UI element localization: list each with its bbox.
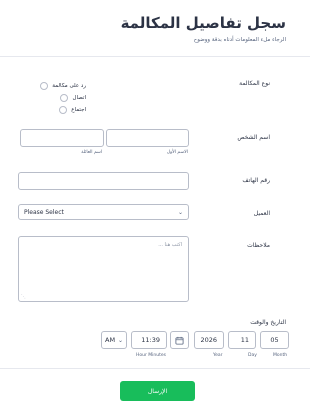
year-input[interactable]: 2026 xyxy=(194,331,224,349)
radio-option-label: رد على مكالمة xyxy=(52,83,86,89)
radio-option-meeting[interactable]: اجتماع xyxy=(59,106,86,114)
year-sublabel: Year xyxy=(213,353,223,358)
month-sublabel: Month xyxy=(273,353,288,358)
resize-handle-icon[interactable]: ⋱ xyxy=(21,294,26,300)
header-divider xyxy=(0,56,310,57)
submit-button[interactable]: الإرسال xyxy=(120,381,195,401)
phone-label: رقم الهاتف xyxy=(242,177,270,184)
radio-option-answer[interactable]: رد على مكالمة xyxy=(40,82,86,90)
last-name-sublabel: اسم العائلة xyxy=(81,150,102,155)
calendar-button[interactable] xyxy=(170,331,189,349)
call-type-label: نوع المكالمة xyxy=(239,80,270,87)
notes-label: ملاحظات xyxy=(247,242,270,249)
form-title: سجل تفاصيل المكالمة xyxy=(120,14,286,32)
radio-button[interactable] xyxy=(59,106,68,114)
month-input[interactable]: 05 xyxy=(260,331,289,349)
datetime-label: التاريخ والوقت xyxy=(250,319,286,326)
first-name-input[interactable] xyxy=(106,129,189,147)
radio-option-label: اتصال xyxy=(72,95,86,101)
day-sublabel: Day xyxy=(248,353,257,358)
calendar-icon xyxy=(175,336,184,345)
person-name-label: اسم الشخص xyxy=(237,134,270,141)
first-name-sublabel: الاسم الأول xyxy=(166,150,188,155)
form-subtitle: الرجاء ملء المعلومات أدناه بدقة ووضوح xyxy=(193,37,286,43)
client-select-value: Please Select xyxy=(24,208,64,216)
time-sublabel: Hour Minutes xyxy=(136,353,166,358)
last-name-input[interactable] xyxy=(20,129,104,147)
ampm-select[interactable]: AM ⌄ xyxy=(101,331,127,349)
notes-placeholder: اكتب هنا ... xyxy=(158,242,182,248)
radio-option-call[interactable]: اتصال xyxy=(60,94,86,102)
client-label: العميل xyxy=(253,210,270,217)
phone-input[interactable] xyxy=(18,172,189,190)
radio-button[interactable] xyxy=(40,82,49,90)
chevron-down-icon: ⌄ xyxy=(117,336,123,344)
chevron-down-icon: ⌄ xyxy=(177,208,183,216)
radio-option-label: اجتماع xyxy=(71,107,86,113)
notes-textarea[interactable]: اكتب هنا ... ⋱ xyxy=(18,236,189,302)
day-input[interactable]: 11 xyxy=(228,331,256,349)
footer-divider xyxy=(0,368,310,369)
client-select[interactable]: Please Select ⌄ xyxy=(18,204,189,220)
ampm-value: AM xyxy=(105,336,116,344)
time-input[interactable]: 11:39 xyxy=(131,331,167,349)
radio-button[interactable] xyxy=(60,94,69,102)
